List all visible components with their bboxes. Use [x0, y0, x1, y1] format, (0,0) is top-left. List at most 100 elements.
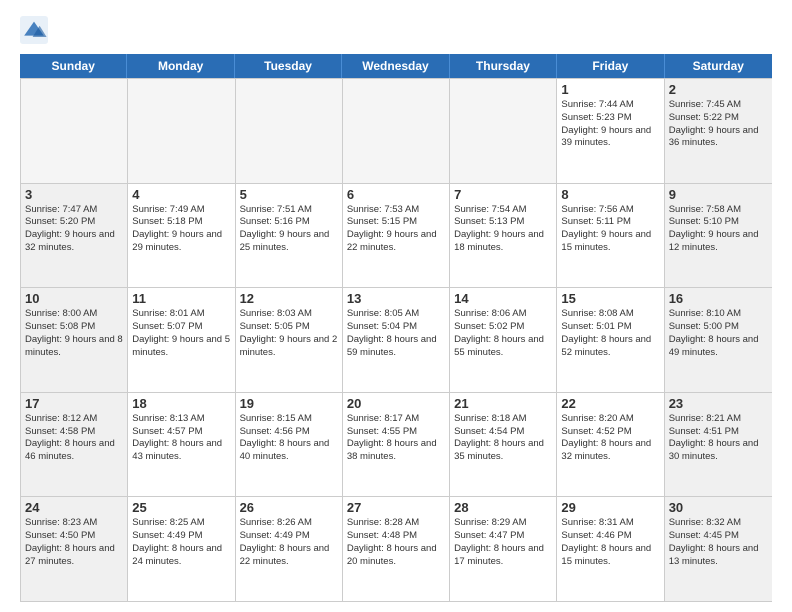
day-number: 29 [561, 500, 659, 515]
day-info: Sunrise: 8:20 AMSunset: 4:52 PMDaylight:… [561, 413, 659, 464]
table-row: 24 Sunrise: 8:23 AMSunset: 4:50 PMDayligh… [21, 497, 128, 601]
table-row: 12 Sunrise: 8:03 AMSunset: 5:05 PMDayligh… [236, 288, 343, 392]
day-number: 27 [347, 500, 445, 515]
table-row: 27Sunrise: 8:28 AMSunset: 4:48 PMDayligh… [343, 497, 450, 601]
header-sunday: Sunday [20, 54, 127, 78]
calendar: Sunday Monday Tuesday Wednesday Thursday… [20, 54, 772, 602]
day-number: 25 [132, 500, 230, 515]
day-info: Sunrise: 8:15 AMSunset: 4:56 PMDaylight:… [240, 413, 338, 464]
day-info: Sunrise: 8:01 AMSunset: 5:07 PMDaylight:… [132, 308, 230, 359]
week-row-1: 1 Sunrise: 7:44 AMSunset: 5:23 PMDaylight… [21, 79, 772, 184]
day-info: Sunrise: 8:03 AMSunset: 5:05 PMDaylight:… [240, 308, 338, 359]
header-monday: Monday [127, 54, 234, 78]
table-row: 28 Sunrise: 8:29 AMSunset: 4:47 PMDayligh… [450, 497, 557, 601]
day-number: 9 [669, 187, 768, 202]
day-info: Sunrise: 8:18 AMSunset: 4:54 PMDaylight:… [454, 413, 552, 464]
logo [20, 16, 52, 44]
day-info: Sunrise: 8:10 AMSunset: 5:00 PMDaylight:… [669, 308, 768, 359]
table-row: 21 Sunrise: 8:18 AMSunset: 4:54 PMDayligh… [450, 393, 557, 497]
table-row: 11 Sunrise: 8:01 AMSunset: 5:07 PMDayligh… [128, 288, 235, 392]
day-number: 21 [454, 396, 552, 411]
week-row-5: 24 Sunrise: 8:23 AMSunset: 4:50 PMDayligh… [21, 497, 772, 602]
day-info: Sunrise: 8:26 AMSunset: 4:49 PMDaylight:… [240, 517, 338, 568]
day-number: 19 [240, 396, 338, 411]
day-info: Sunrise: 8:17 AMSunset: 4:55 PMDaylight:… [347, 413, 445, 464]
header-wednesday: Wednesday [342, 54, 449, 78]
table-row: 6 Sunrise: 7:53 AMSunset: 5:15 PMDaylight… [343, 184, 450, 288]
week-row-4: 17Sunrise: 8:12 AMSunset: 4:58 PMDayligh… [21, 393, 772, 498]
table-row: 15Sunrise: 8:08 AMSunset: 5:01 PMDayligh… [557, 288, 664, 392]
table-row: 26 Sunrise: 8:26 AMSunset: 4:49 PMDayligh… [236, 497, 343, 601]
day-number: 1 [561, 82, 659, 97]
day-info: Sunrise: 7:54 AMSunset: 5:13 PMDaylight:… [454, 204, 552, 255]
week-row-2: 3 Sunrise: 7:47 AMSunset: 5:20 PMDaylight… [21, 184, 772, 289]
day-info: Sunrise: 8:32 AMSunset: 4:45 PMDaylight:… [669, 517, 768, 568]
day-number: 11 [132, 291, 230, 306]
table-row: 23 Sunrise: 8:21 AMSunset: 4:51 PMDayligh… [665, 393, 772, 497]
day-number: 18 [132, 396, 230, 411]
table-row [128, 79, 235, 183]
day-number: 5 [240, 187, 338, 202]
table-row: 3 Sunrise: 7:47 AMSunset: 5:20 PMDaylight… [21, 184, 128, 288]
table-row: 14 Sunrise: 8:06 AMSunset: 5:02 PMDayligh… [450, 288, 557, 392]
page-header [20, 16, 772, 44]
table-row [236, 79, 343, 183]
header-saturday: Saturday [665, 54, 772, 78]
table-row: 5 Sunrise: 7:51 AMSunset: 5:16 PMDaylight… [236, 184, 343, 288]
day-number: 22 [561, 396, 659, 411]
logo-icon [20, 16, 48, 44]
day-number: 2 [669, 82, 768, 97]
day-info: Sunrise: 8:25 AMSunset: 4:49 PMDaylight:… [132, 517, 230, 568]
day-info: Sunrise: 8:31 AMSunset: 4:46 PMDaylight:… [561, 517, 659, 568]
calendar-header: Sunday Monday Tuesday Wednesday Thursday… [20, 54, 772, 78]
table-row: 29 Sunrise: 8:31 AMSunset: 4:46 PMDayligh… [557, 497, 664, 601]
day-number: 7 [454, 187, 552, 202]
day-number: 15 [561, 291, 659, 306]
day-info: Sunrise: 8:00 AMSunset: 5:08 PMDaylight:… [25, 308, 123, 359]
day-info: Sunrise: 8:29 AMSunset: 4:47 PMDaylight:… [454, 517, 552, 568]
day-number: 12 [240, 291, 338, 306]
table-row: 30 Sunrise: 8:32 AMSunset: 4:45 PMDayligh… [665, 497, 772, 601]
table-row [343, 79, 450, 183]
week-row-3: 10Sunrise: 8:00 AMSunset: 5:08 PMDayligh… [21, 288, 772, 393]
day-number: 28 [454, 500, 552, 515]
header-friday: Friday [557, 54, 664, 78]
day-info: Sunrise: 7:51 AMSunset: 5:16 PMDaylight:… [240, 204, 338, 255]
header-thursday: Thursday [450, 54, 557, 78]
day-info: Sunrise: 8:06 AMSunset: 5:02 PMDaylight:… [454, 308, 552, 359]
table-row: 19 Sunrise: 8:15 AMSunset: 4:56 PMDayligh… [236, 393, 343, 497]
table-row: 20Sunrise: 8:17 AMSunset: 4:55 PMDayligh… [343, 393, 450, 497]
table-row: 1 Sunrise: 7:44 AMSunset: 5:23 PMDaylight… [557, 79, 664, 183]
table-row: 4Sunrise: 7:49 AMSunset: 5:18 PMDaylight… [128, 184, 235, 288]
table-row: 2 Sunrise: 7:45 AMSunset: 5:22 PMDaylight… [665, 79, 772, 183]
day-number: 16 [669, 291, 768, 306]
day-number: 23 [669, 396, 768, 411]
day-info: Sunrise: 8:21 AMSunset: 4:51 PMDaylight:… [669, 413, 768, 464]
day-number: 14 [454, 291, 552, 306]
day-info: Sunrise: 7:44 AMSunset: 5:23 PMDaylight:… [561, 99, 659, 150]
table-row: 13 Sunrise: 8:05 AMSunset: 5:04 PMDayligh… [343, 288, 450, 392]
day-info: Sunrise: 7:56 AMSunset: 5:11 PMDaylight:… [561, 204, 659, 255]
table-row: 25 Sunrise: 8:25 AMSunset: 4:49 PMDayligh… [128, 497, 235, 601]
day-number: 26 [240, 500, 338, 515]
day-number: 30 [669, 500, 768, 515]
day-number: 3 [25, 187, 123, 202]
header-tuesday: Tuesday [235, 54, 342, 78]
calendar-body: 1 Sunrise: 7:44 AMSunset: 5:23 PMDaylight… [20, 78, 772, 602]
day-info: Sunrise: 8:12 AMSunset: 4:58 PMDaylight:… [25, 413, 123, 464]
day-number: 6 [347, 187, 445, 202]
day-info: Sunrise: 7:53 AMSunset: 5:15 PMDaylight:… [347, 204, 445, 255]
table-row: 17Sunrise: 8:12 AMSunset: 4:58 PMDayligh… [21, 393, 128, 497]
table-row: 7 Sunrise: 7:54 AMSunset: 5:13 PMDaylight… [450, 184, 557, 288]
day-info: Sunrise: 7:47 AMSunset: 5:20 PMDaylight:… [25, 204, 123, 255]
day-info: Sunrise: 7:45 AMSunset: 5:22 PMDaylight:… [669, 99, 768, 150]
day-info: Sunrise: 8:23 AMSunset: 4:50 PMDaylight:… [25, 517, 123, 568]
table-row [21, 79, 128, 183]
day-info: Sunrise: 8:05 AMSunset: 5:04 PMDaylight:… [347, 308, 445, 359]
table-row: 9 Sunrise: 7:58 AMSunset: 5:10 PMDaylight… [665, 184, 772, 288]
day-number: 4 [132, 187, 230, 202]
table-row [450, 79, 557, 183]
day-number: 13 [347, 291, 445, 306]
day-info: Sunrise: 7:58 AMSunset: 5:10 PMDaylight:… [669, 204, 768, 255]
day-number: 24 [25, 500, 123, 515]
